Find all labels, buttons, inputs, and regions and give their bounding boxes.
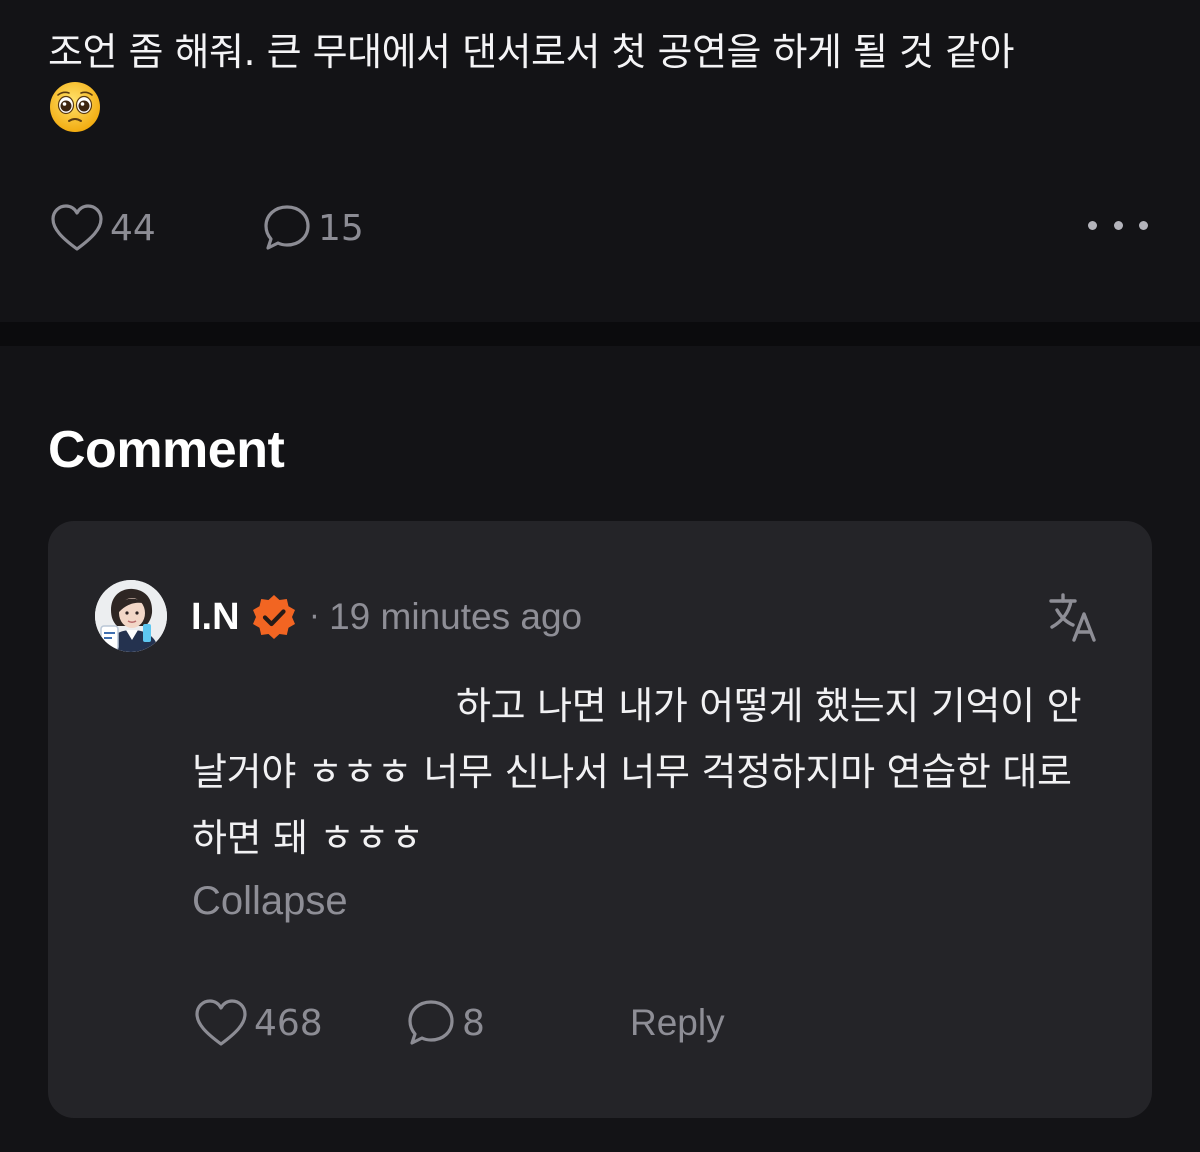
post: 조언 좀 해줘. 큰 무대에서 댄서로서 첫 공연을 하게 될 것 같아 44 … xyxy=(0,0,1200,322)
reply-button[interactable]: Reply xyxy=(630,993,725,1053)
post-comment-count: 15 xyxy=(318,207,364,249)
more-options-button[interactable] xyxy=(1088,210,1148,240)
post-like-button[interactable]: 44 xyxy=(50,198,156,258)
more-dots-icon xyxy=(1139,220,1148,230)
collapse-button[interactable]: Collapse xyxy=(192,879,348,924)
separator-dot: · xyxy=(309,599,320,635)
heart-icon xyxy=(51,204,103,251)
post-text: 조언 좀 해줘. 큰 무대에서 댄서로서 첫 공연을 하게 될 것 같아 xyxy=(48,24,1158,139)
comment-like-button[interactable]: 468 xyxy=(194,993,323,1053)
comment-card: I.N · 19 minutes ago 하고 나면 내가 어떻게 했는지 기억… xyxy=(48,521,1152,1118)
comment-actions: 468 8 Reply xyxy=(194,993,894,1053)
post-like-count: 44 xyxy=(110,207,156,249)
comment-body: 하고 나면 내가 어떻게 했는지 기억이 안날거야 ㅎㅎㅎ 너무 신나서 너무 … xyxy=(192,684,1082,860)
more-dots-icon xyxy=(1113,220,1123,230)
author-name[interactable]: I.N xyxy=(191,596,240,639)
verified-badge-icon xyxy=(252,595,295,639)
translate-icon[interactable] xyxy=(1048,591,1100,643)
comment-bubble-icon xyxy=(264,205,310,250)
comment-section-title: Comment xyxy=(48,421,285,479)
avatar-image xyxy=(95,580,167,652)
comment-reply-count: 8 xyxy=(462,1002,485,1044)
heart-icon xyxy=(195,999,247,1046)
comment-bubble-icon xyxy=(408,1000,454,1045)
avatar[interactable] xyxy=(95,580,167,652)
more-dots-icon xyxy=(1088,220,1097,230)
section-divider xyxy=(0,322,1200,346)
comment-like-count: 468 xyxy=(254,1002,323,1044)
comment-header: I.N · 19 minutes ago xyxy=(191,591,582,643)
comment-timestamp: 19 minutes ago xyxy=(329,596,583,637)
post-comment-button[interactable]: 15 xyxy=(262,198,364,258)
post-text-content: 조언 좀 해줘. 큰 무대에서 댄서로서 첫 공연을 하게 될 것 같아 xyxy=(48,30,1015,74)
post-actions: 44 15 xyxy=(48,198,1148,258)
pleading-face-emoji xyxy=(50,82,100,132)
comment-replies-button[interactable]: 8 xyxy=(406,993,485,1053)
